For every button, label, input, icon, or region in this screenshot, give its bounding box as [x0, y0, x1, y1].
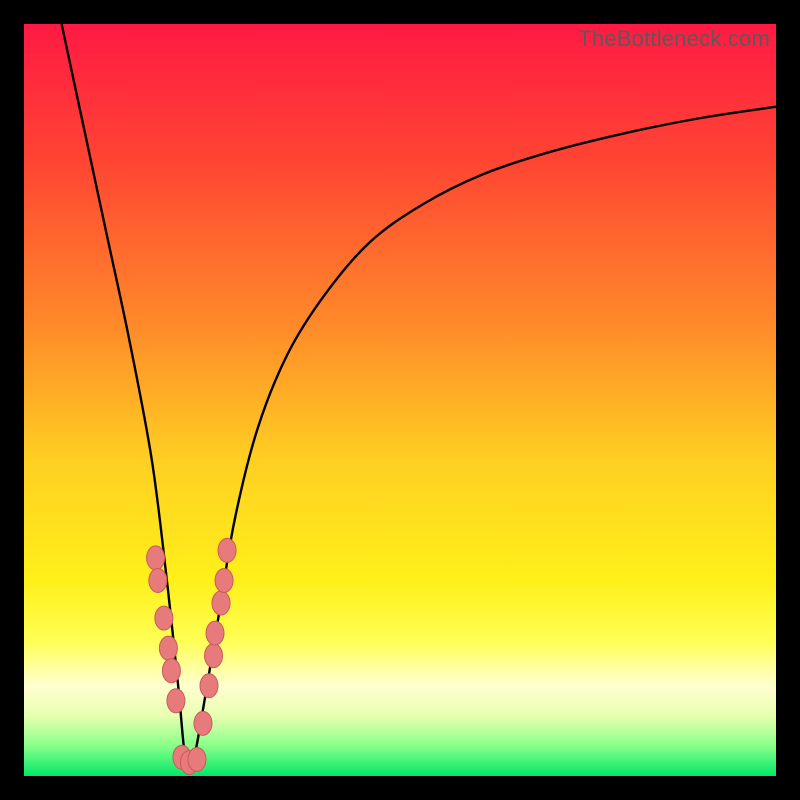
data-point: [206, 621, 224, 645]
data-point: [194, 711, 212, 735]
bottleneck-curve: [24, 24, 776, 776]
watermark-text: TheBottleneck.com: [578, 26, 770, 52]
chart-frame: TheBottleneck.com: [0, 0, 800, 800]
data-point: [159, 636, 177, 660]
data-point: [200, 674, 218, 698]
data-point: [155, 606, 173, 630]
data-points: [147, 538, 236, 774]
data-point: [218, 538, 236, 562]
data-point: [147, 546, 165, 570]
data-point: [205, 644, 223, 668]
data-point: [162, 659, 180, 683]
data-point: [149, 568, 167, 592]
data-point: [215, 568, 233, 592]
data-point: [188, 747, 206, 771]
data-point: [212, 591, 230, 615]
data-point: [167, 689, 185, 713]
plot-area: TheBottleneck.com: [24, 24, 776, 776]
